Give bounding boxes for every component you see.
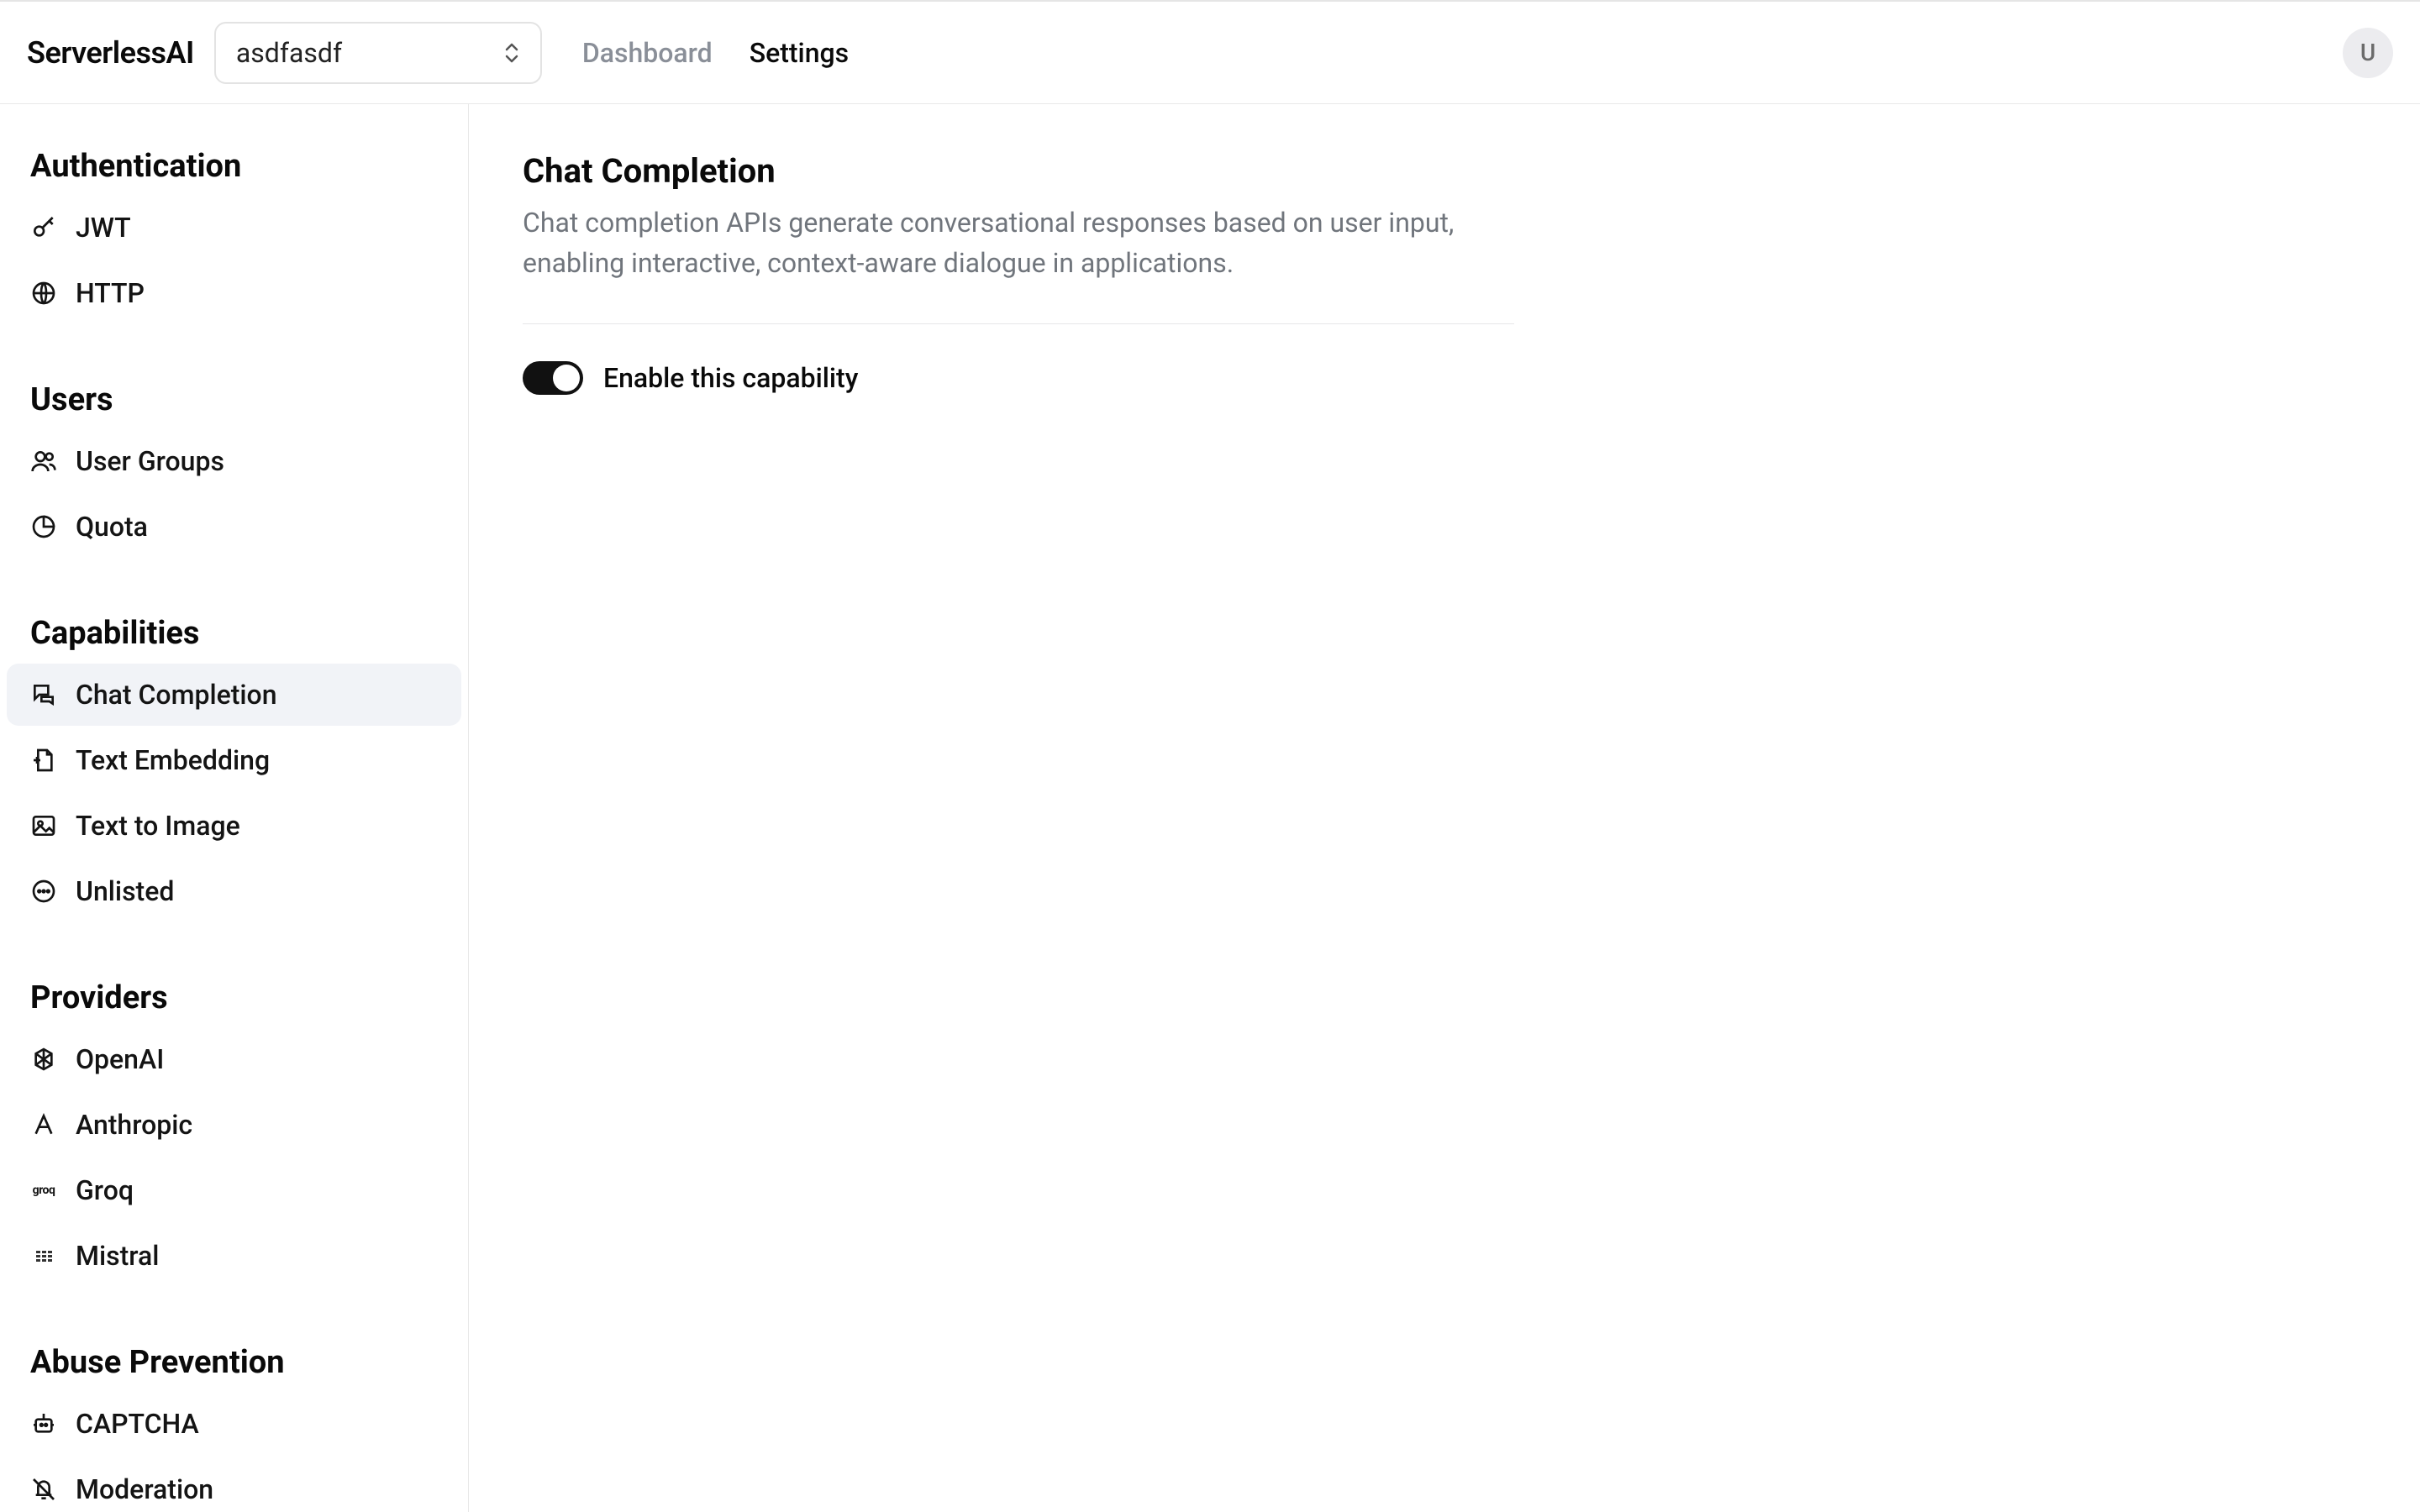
sidebar-item-label: Quota — [76, 511, 148, 543]
project-selector-value: asdfasdf — [236, 37, 342, 69]
sidebar-item-label: Moderation — [76, 1473, 213, 1505]
sidebar-item-http[interactable]: HTTP — [7, 262, 461, 324]
users-icon — [30, 448, 57, 475]
chat-icon — [30, 681, 57, 708]
sidebar-item-label: User Groups — [76, 445, 224, 477]
sidebar-item-chat-completion[interactable]: Chat Completion — [7, 664, 461, 726]
section-title-abuse: Abuse Prevention — [7, 1331, 461, 1389]
sidebar-item-label: JWT — [76, 212, 131, 244]
nav-dashboard[interactable]: Dashboard — [582, 37, 713, 69]
sidebar-item-label: Groq — [76, 1174, 134, 1206]
sidebar-item-label: Text to Image — [76, 810, 240, 842]
anthropic-icon — [30, 1111, 57, 1138]
enable-capability-row: Enable this capability — [523, 361, 1514, 395]
sidebar-item-label: OpenAI — [76, 1043, 164, 1075]
divider — [523, 323, 1514, 324]
sidebar-item-quota[interactable]: Quota — [7, 496, 461, 558]
file-plus-icon — [30, 747, 57, 774]
sidebar-item-label: Mistral — [76, 1240, 159, 1272]
section-title-capabilities: Capabilities — [7, 601, 461, 660]
sidebar-item-openai[interactable]: OpenAI — [7, 1028, 461, 1090]
main-content: Chat Completion Chat completion APIs gen… — [469, 104, 2420, 1512]
chevron-up-down-icon — [503, 41, 520, 65]
page-title: Chat Completion — [523, 151, 1514, 191]
sidebar-item-label: Unlisted — [76, 875, 174, 907]
nav-settings[interactable]: Settings — [750, 37, 849, 69]
sidebar-item-captcha[interactable]: CAPTCHA — [7, 1393, 461, 1455]
section-title-providers: Providers — [7, 966, 461, 1025]
avatar-initial: U — [2360, 39, 2375, 66]
sidebar-item-anthropic[interactable]: Anthropic — [7, 1094, 461, 1156]
more-circle-icon — [30, 878, 57, 905]
sidebar-item-label: Text Embedding — [76, 744, 270, 776]
enable-capability-toggle[interactable] — [523, 361, 583, 395]
globe-icon — [30, 280, 57, 307]
sidebar-item-groq[interactable]: groq Groq — [7, 1159, 461, 1221]
sidebar-item-mistral[interactable]: Mistral — [7, 1225, 461, 1287]
bell-off-icon — [30, 1476, 57, 1503]
topbar: ServerlessAI asdfasdf Dashboard Settings… — [0, 0, 2420, 104]
sidebar-item-text-to-image[interactable]: Text to Image — [7, 795, 461, 857]
openai-icon — [30, 1046, 57, 1073]
toggle-knob — [553, 365, 580, 391]
brand-logo: ServerlessAI — [27, 35, 194, 71]
avatar[interactable]: U — [2343, 28, 2393, 78]
sidebar-item-unlisted[interactable]: Unlisted — [7, 860, 461, 922]
sidebar-item-label: Chat Completion — [76, 679, 277, 711]
robot-icon — [30, 1410, 57, 1437]
sidebar-item-jwt[interactable]: JWT — [7, 197, 461, 259]
section-title-users: Users — [7, 368, 461, 427]
groq-icon: groq — [30, 1177, 57, 1204]
page-description: Chat completion APIs generate conversati… — [523, 202, 1514, 283]
sidebar-item-moderation[interactable]: Moderation — [7, 1458, 461, 1512]
pie-chart-icon — [30, 513, 57, 540]
sidebar-item-text-embedding[interactable]: Text Embedding — [7, 729, 461, 791]
enable-capability-label: Enable this capability — [603, 362, 858, 394]
image-icon — [30, 812, 57, 839]
sidebar-item-user-groups[interactable]: User Groups — [7, 430, 461, 492]
project-selector[interactable]: asdfasdf — [214, 22, 542, 84]
mistral-icon — [30, 1242, 57, 1269]
top-nav: Dashboard Settings — [582, 37, 849, 69]
sidebar-item-label: Anthropic — [76, 1109, 192, 1141]
key-icon — [30, 214, 57, 241]
sidebar: Authentication JWT HTTP Users User Group — [0, 104, 469, 1512]
section-title-authentication: Authentication — [7, 134, 461, 193]
sidebar-item-label: CAPTCHA — [76, 1408, 199, 1440]
sidebar-item-label: HTTP — [76, 277, 145, 309]
